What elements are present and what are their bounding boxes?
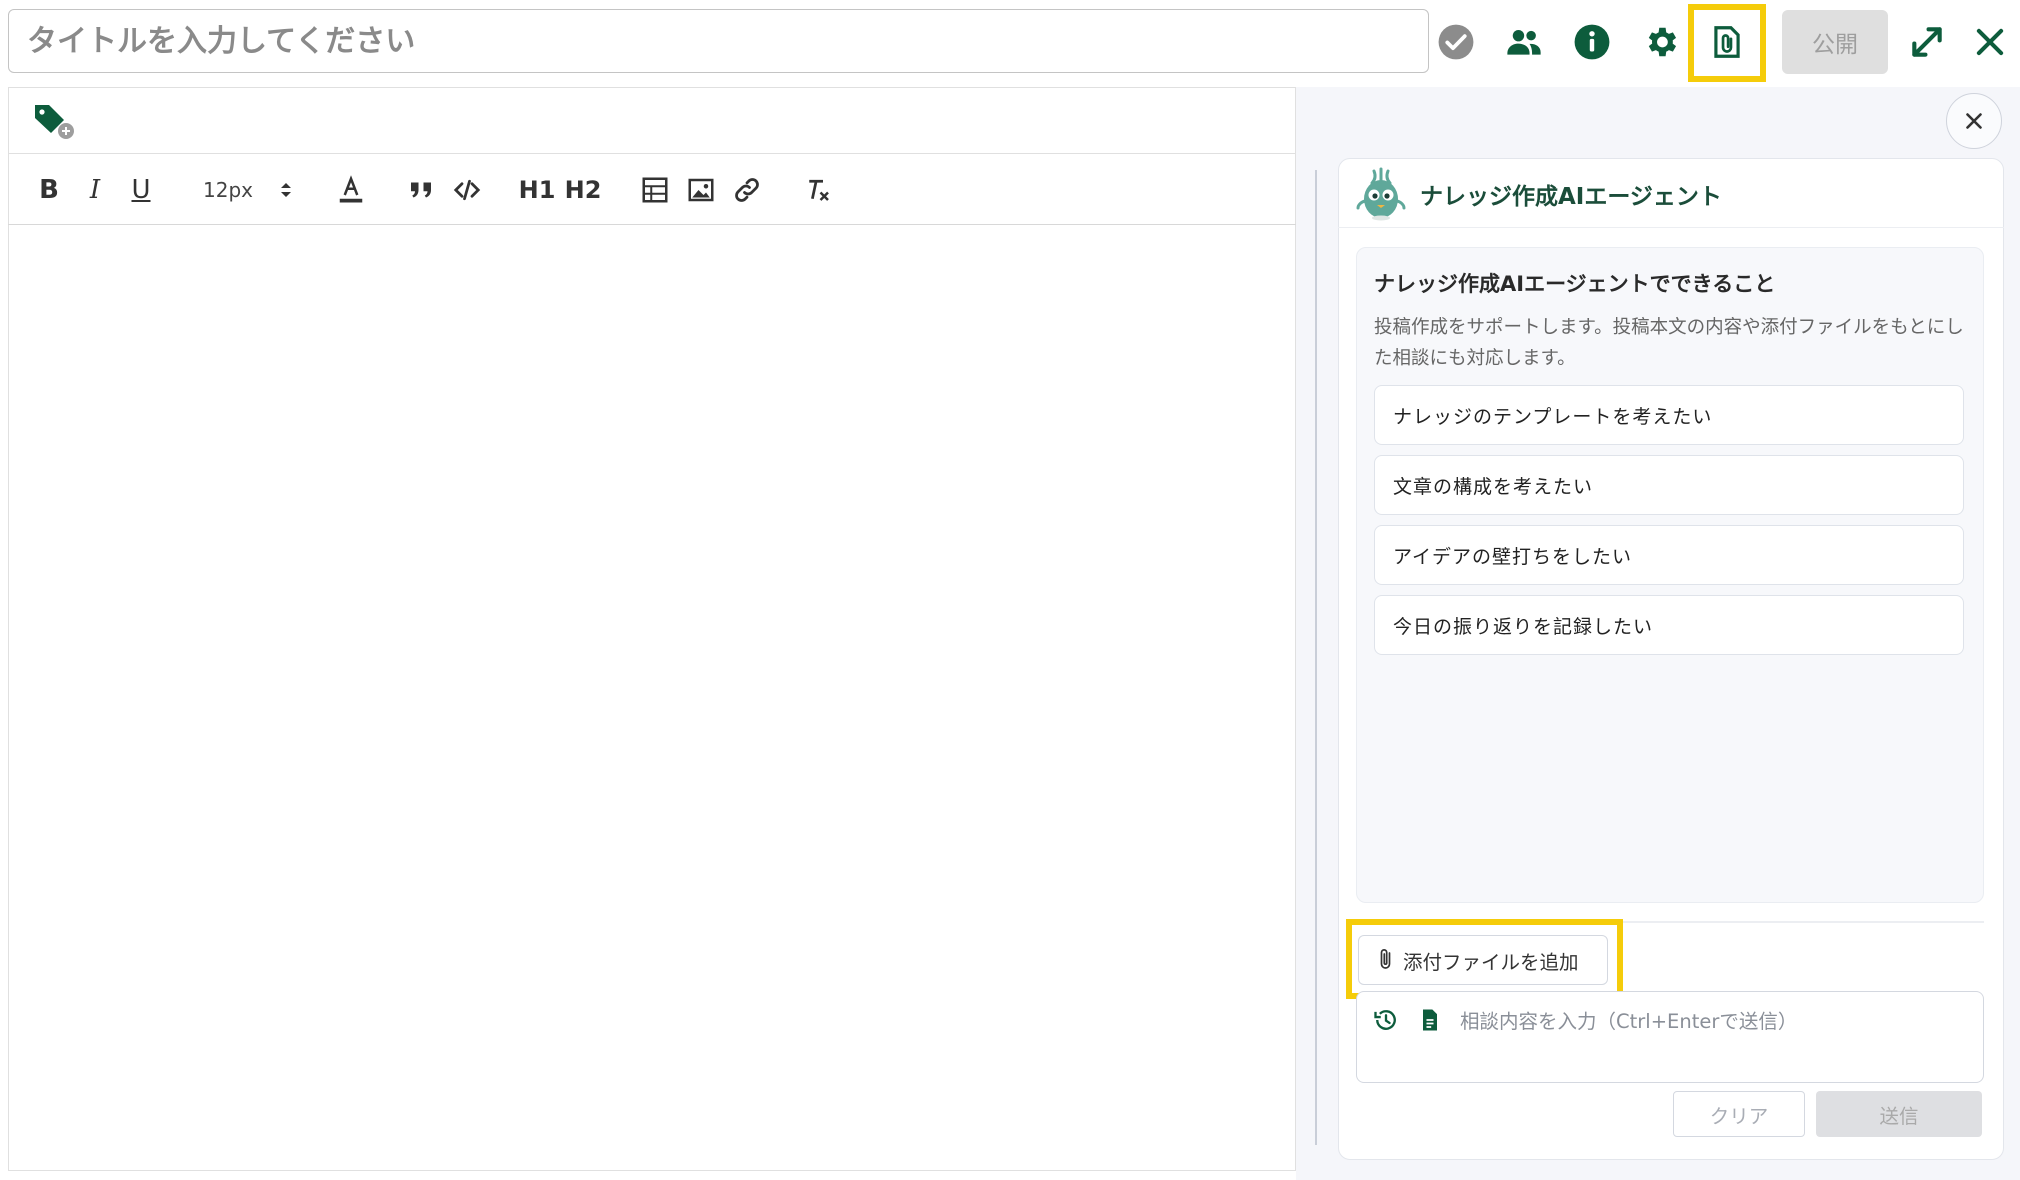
send-button[interactable]: 送信 (1816, 1091, 1982, 1137)
heading2-icon[interactable]: H2 (565, 172, 602, 208)
close-icon[interactable] (1968, 20, 2012, 64)
agent-title: ナレッジ作成AIエージェント (1420, 184, 1722, 210)
quote-icon[interactable] (406, 172, 436, 208)
paperclip-icon (1380, 949, 1391, 969)
users-icon[interactable] (1502, 20, 1546, 64)
table-icon[interactable] (640, 172, 670, 208)
text-color-icon[interactable] (336, 172, 366, 208)
font-size-stepper-icon[interactable] (274, 172, 298, 208)
paperclip-file-icon[interactable] (1705, 20, 1749, 64)
editor-toolbar: B I U 12px H1 H2 (8, 155, 1296, 225)
expand-icon[interactable] (1905, 20, 1949, 64)
tag-area (8, 87, 1296, 154)
italic-icon[interactable]: I (80, 172, 110, 208)
check-circle-icon[interactable] (1434, 20, 1478, 64)
document-icon[interactable] (1416, 1006, 1444, 1034)
publish-button[interactable]: 公開 (1782, 10, 1888, 74)
clear-format-icon[interactable] (802, 172, 834, 208)
gear-icon[interactable] (1639, 20, 1683, 64)
bold-icon[interactable]: B (34, 172, 64, 208)
suggestion-button[interactable]: 文章の構成を考えたい (1374, 455, 1964, 515)
title-input[interactable] (8, 9, 1429, 73)
panel-divider[interactable] (1315, 170, 1317, 1145)
add-tag-icon[interactable] (32, 101, 76, 141)
agent-info-description: 投稿作成をサポートします。投稿本文の内容や添付ファイルをもとにした相談にも対応し… (1374, 317, 1964, 369)
underline-icon[interactable]: U (126, 172, 156, 208)
suggestion-button[interactable]: 今日の振り返りを記録したい (1374, 595, 1964, 655)
font-size-value[interactable]: 12px (200, 172, 256, 208)
heading1-icon[interactable]: H1 (519, 172, 556, 208)
code-icon[interactable] (452, 172, 482, 208)
suggestion-button[interactable]: ナレッジのテンプレートを考えたい (1374, 385, 1964, 445)
clear-button[interactable]: クリア (1673, 1091, 1805, 1137)
panel-close-button[interactable] (1946, 93, 2002, 149)
editor-body[interactable] (8, 226, 1296, 1170)
link-icon[interactable] (732, 172, 762, 208)
add-attachment-button[interactable]: 添付ファイルを追加 (1358, 935, 1608, 985)
history-icon[interactable] (1372, 1006, 1400, 1034)
chat-input[interactable] (1460, 1004, 1975, 1038)
add-attachment-label: 添付ファイルを追加 (1403, 950, 1579, 974)
image-icon[interactable] (686, 172, 716, 208)
agent-info-title: ナレッジ作成AIエージェントでできること (1374, 272, 1776, 296)
info-icon[interactable] (1570, 20, 1614, 64)
mascot-icon (1354, 165, 1408, 221)
suggestion-button[interactable]: アイデアの壁打ちをしたい (1374, 525, 1964, 585)
